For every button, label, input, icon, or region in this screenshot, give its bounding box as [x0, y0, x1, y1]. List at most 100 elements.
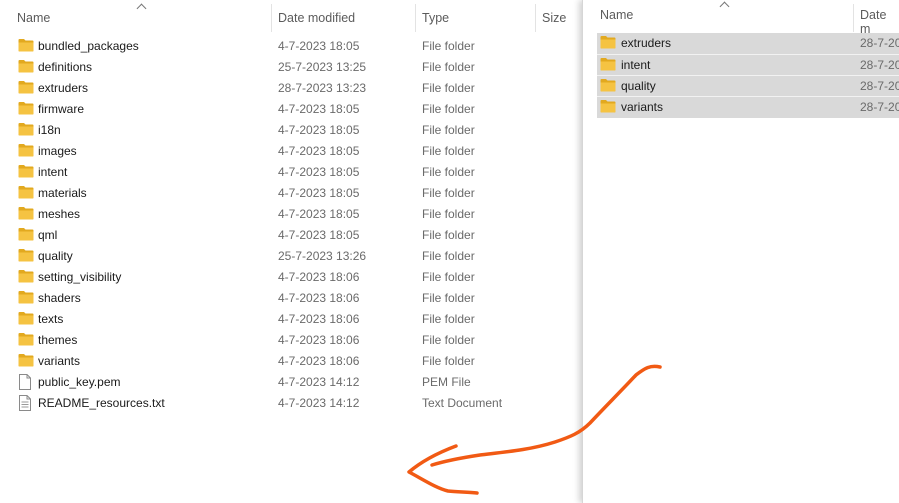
file-type: File folder: [422, 102, 475, 116]
date-modified: 4-7-2023 18:06: [278, 291, 360, 305]
folder-icon: [18, 227, 34, 244]
folder-icon: [18, 269, 34, 286]
file-type: File folder: [422, 60, 475, 74]
list-item[interactable]: intent 4-7-2023 18:05 File folder: [0, 162, 582, 183]
file-name: extruders: [621, 36, 672, 50]
file-type: File folder: [422, 186, 475, 200]
file-name: variants: [621, 100, 664, 114]
file-name: README_resources.txt: [38, 396, 165, 410]
folder-icon: [18, 59, 34, 76]
folder-icon: [600, 35, 616, 52]
file-name: definitions: [38, 60, 93, 74]
date-modified: 4-7-2023 18:05: [278, 123, 360, 137]
file-type: File folder: [422, 81, 475, 95]
file-type: File folder: [422, 333, 475, 347]
list-item[interactable]: qml 4-7-2023 18:05 File folder: [0, 225, 582, 246]
date-modified: 28-7-20: [860, 58, 899, 72]
column-header-type[interactable]: Type: [422, 11, 449, 25]
column-header-name[interactable]: Name: [600, 8, 633, 22]
file-name: images: [38, 144, 77, 158]
file-name: intent: [38, 165, 68, 179]
list-item[interactable]: variants 28-7-20: [597, 96, 899, 118]
list-item[interactable]: quality 25-7-2023 13:26 File folder: [0, 246, 582, 267]
column-header-size[interactable]: Size: [542, 11, 566, 25]
date-modified: 28-7-20: [860, 79, 899, 93]
date-modified: 4-7-2023 18:06: [278, 270, 360, 284]
date-modified: 4-7-2023 18:06: [278, 354, 360, 368]
file-type: PEM File: [422, 375, 471, 389]
folder-icon: [18, 332, 34, 349]
file-name: intent: [621, 58, 651, 72]
file-name: variants: [38, 354, 81, 368]
text-file-icon: [18, 395, 32, 414]
folder-icon: [18, 80, 34, 97]
list-item[interactable]: README_resources.txt 4-7-2023 14:12 Text D…: [0, 393, 582, 414]
column-divider[interactable]: [535, 4, 536, 32]
folder-icon: [18, 248, 34, 265]
file-type: Text Document: [422, 396, 503, 410]
folder-icon: [18, 290, 34, 307]
date-modified: 4-7-2023 14:12: [278, 396, 360, 410]
file-type: File folder: [422, 144, 475, 158]
list-item[interactable]: materials 4-7-2023 18:05 File folder: [0, 183, 582, 204]
list-item[interactable]: i18n 4-7-2023 18:05 File folder: [0, 120, 582, 141]
date-modified: 4-7-2023 18:06: [278, 333, 360, 347]
column-divider[interactable]: [271, 4, 272, 32]
file-type: File folder: [422, 39, 475, 53]
list-item[interactable]: texts 4-7-2023 18:06 File folder: [0, 309, 582, 330]
date-modified: 4-7-2023 14:12: [278, 375, 360, 389]
file-name: themes: [38, 333, 78, 347]
date-modified: 4-7-2023 18:05: [278, 102, 360, 116]
file-type: File folder: [422, 291, 475, 305]
list-item[interactable]: quality 28-7-20: [597, 75, 899, 97]
left-file-pane: Name Date modified Type Size bundled_pac…: [0, 0, 582, 503]
file-name: extruders: [38, 81, 89, 95]
list-item[interactable]: extruders 28-7-20: [597, 33, 899, 54]
file-type: File folder: [422, 270, 475, 284]
list-item[interactable]: definitions 25-7-2023 13:25 File folder: [0, 57, 582, 78]
column-divider[interactable]: [853, 4, 854, 32]
list-item[interactable]: variants 4-7-2023 18:06 File folder: [0, 351, 582, 372]
file-name: setting_visibility: [38, 270, 122, 284]
folder-icon: [18, 164, 34, 181]
file-name: materials: [38, 186, 87, 200]
folder-icon: [600, 57, 616, 74]
file-type: File folder: [422, 354, 475, 368]
date-modified: 4-7-2023 18:05: [278, 165, 360, 179]
sort-ascending-icon: [136, 3, 147, 14]
list-item[interactable]: public_key.pem 4-7-2023 14:12 PEM File: [0, 372, 582, 393]
folder-icon: [18, 122, 34, 139]
file-type: File folder: [422, 249, 475, 263]
file-type: File folder: [422, 312, 475, 326]
file-name: qml: [38, 228, 58, 242]
list-item[interactable]: firmware 4-7-2023 18:05 File folder: [0, 99, 582, 120]
folder-icon: [18, 38, 34, 55]
column-divider[interactable]: [415, 4, 416, 32]
date-modified: 4-7-2023 18:06: [278, 312, 360, 326]
date-modified: 4-7-2023 18:05: [278, 144, 360, 158]
date-modified: 25-7-2023 13:25: [278, 60, 367, 74]
date-modified: 25-7-2023 13:26: [278, 249, 367, 263]
date-modified: 4-7-2023 18:05: [278, 186, 360, 200]
file-name: bundled_packages: [38, 39, 139, 53]
column-header-date-modified[interactable]: Date modified: [278, 11, 355, 25]
list-item[interactable]: images 4-7-2023 18:05 File folder: [0, 141, 582, 162]
list-item[interactable]: meshes 4-7-2023 18:05 File folder: [0, 204, 582, 225]
file-name: texts: [38, 312, 64, 326]
file-name: meshes: [38, 207, 81, 221]
column-header-name[interactable]: Name: [17, 11, 50, 25]
file-type: File folder: [422, 228, 475, 242]
list-item[interactable]: setting_visibility 4-7-2023 18:06 File fol…: [0, 267, 582, 288]
date-modified: 4-7-2023 18:05: [278, 228, 360, 242]
folder-icon: [18, 353, 34, 370]
folder-icon: [18, 185, 34, 202]
list-item[interactable]: bundled_packages 4-7-2023 18:05 File folde…: [0, 36, 582, 57]
folder-icon: [600, 99, 616, 116]
folder-icon: [18, 311, 34, 328]
file-icon: [18, 374, 32, 393]
list-item[interactable]: intent 28-7-20: [597, 54, 899, 76]
list-item[interactable]: extruders 28-7-2023 13:23 File folder: [0, 78, 582, 99]
column-header-date-modified[interactable]: Date m: [860, 8, 899, 36]
list-item[interactable]: shaders 4-7-2023 18:06 File folder: [0, 288, 582, 309]
list-item[interactable]: themes 4-7-2023 18:06 File folder: [0, 330, 582, 351]
